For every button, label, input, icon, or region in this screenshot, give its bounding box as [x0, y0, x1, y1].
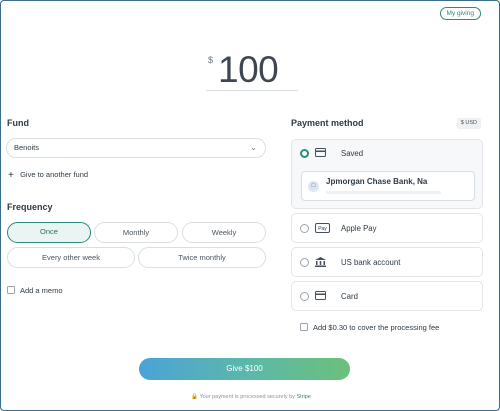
- fund-select[interactable]: Benoits ⌄: [6, 138, 266, 158]
- bank-logo-icon: □: [308, 181, 319, 192]
- us-bank-radio[interactable]: [300, 258, 309, 267]
- give-button[interactable]: Give $100: [139, 358, 350, 380]
- cover-fee-label: Add $0.30 to cover the processing fee: [313, 323, 440, 332]
- secure-text: Your payment is processed securely by: [199, 394, 295, 400]
- frequency-option-every-other-week[interactable]: Every other week: [7, 247, 135, 268]
- frequency-title: Frequency: [7, 202, 53, 212]
- saved-radio[interactable]: [300, 149, 309, 158]
- currency-symbol: $: [208, 55, 214, 65]
- my-giving-button[interactable]: My giving: [439, 7, 481, 20]
- memo-label: Add a memo: [20, 286, 63, 295]
- lock-icon: 🔒: [191, 394, 198, 400]
- fee-checkbox-box[interactable]: [300, 323, 308, 331]
- account-detail-placeholder: [326, 191, 441, 194]
- frequency-option-weekly[interactable]: Weekly: [182, 222, 266, 243]
- wallet-icon: [315, 148, 326, 159]
- frequency-option-once[interactable]: Once: [7, 222, 91, 243]
- fund-selected-value: Benoits: [14, 143, 40, 152]
- svg-text:Pay: Pay: [318, 226, 327, 232]
- frequency-option-twice-monthly[interactable]: Twice monthly: [138, 247, 266, 268]
- apple-pay-label: Apple Pay: [341, 224, 377, 233]
- payment-option-us-bank[interactable]: US bank account: [291, 247, 483, 277]
- frequency-option-monthly[interactable]: Monthly: [94, 222, 178, 243]
- cover-fee-checkbox[interactable]: Add $0.30 to cover the processing fee: [300, 323, 439, 332]
- amount-input[interactable]: $ 100: [206, 49, 298, 91]
- give-another-fund-label: Give to another fund: [20, 170, 89, 179]
- memo-checkbox-box[interactable]: [7, 286, 15, 294]
- bank-icon: [315, 257, 326, 269]
- card-label: Card: [341, 292, 358, 301]
- add-memo-checkbox[interactable]: Add a memo: [7, 286, 63, 295]
- currency-badge: $ USD: [456, 118, 481, 129]
- payment-option-apple-pay[interactable]: Pay Apple Pay: [291, 213, 483, 243]
- apple-pay-icon: Pay: [315, 223, 330, 235]
- payment-method-title: Payment method: [291, 118, 364, 128]
- payment-option-card[interactable]: Card: [291, 281, 483, 311]
- saved-label: Saved: [341, 149, 364, 158]
- card-radio[interactable]: [300, 292, 309, 301]
- secure-payment-note: 🔒 Your payment is processed securely by …: [1, 394, 500, 400]
- fund-title: Fund: [7, 118, 29, 128]
- stripe-link[interactable]: Stripe: [296, 394, 310, 400]
- amount-value[interactable]: 100: [218, 49, 279, 91]
- chevron-down-icon: ⌄: [250, 143, 257, 152]
- apple-pay-radio[interactable]: [300, 224, 309, 233]
- card-icon: [315, 291, 326, 302]
- saved-bank-account[interactable]: □ Jpmorgan Chase Bank, Na: [301, 171, 475, 201]
- giving-form: My giving $ 100 Fund Benoits ⌄ + Give to…: [0, 0, 500, 411]
- saved-bank-name: Jpmorgan Chase Bank, Na: [326, 177, 428, 186]
- give-another-fund-button[interactable]: + Give to another fund: [8, 170, 89, 181]
- us-bank-label: US bank account: [341, 258, 401, 267]
- plus-icon: +: [8, 170, 14, 181]
- payment-option-saved[interactable]: Saved □ Jpmorgan Chase Bank, Na: [291, 139, 483, 209]
